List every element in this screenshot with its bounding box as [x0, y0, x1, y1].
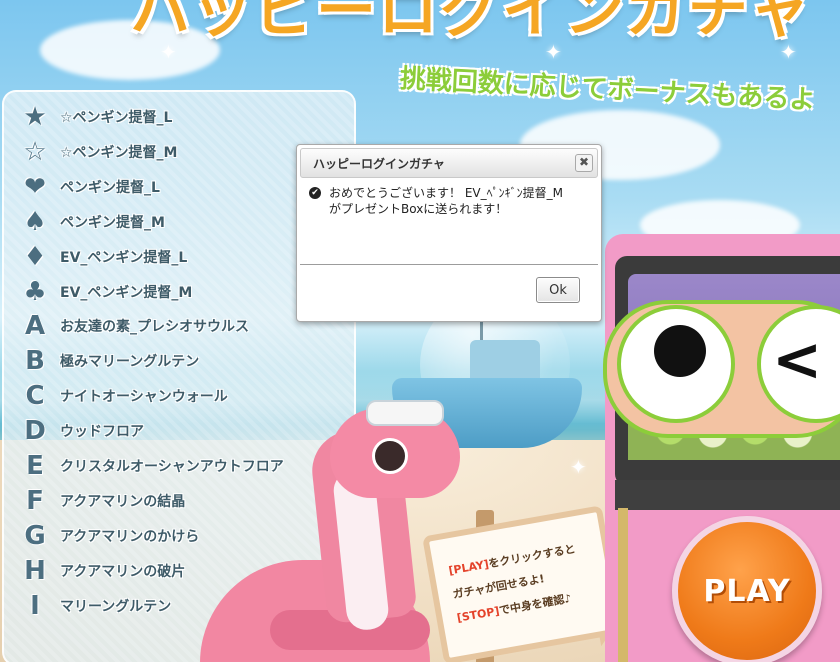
close-icon[interactable]: ✖	[575, 154, 593, 172]
prize-label: マリーングルテン	[60, 598, 172, 615]
prize-label: ペンギン提督_L	[60, 179, 160, 196]
prize-item: ♦ EV_ペンギン提督_L	[20, 240, 187, 274]
letter-e-icon: E	[26, 451, 44, 481]
mascot-wink-icon: <	[772, 325, 823, 395]
sign-play-keyword: [PLAY]	[447, 557, 490, 578]
club-icon: ♣	[23, 276, 47, 307]
prize-item: A お友達の素_プレシオサウルス	[20, 309, 249, 343]
play-button-label: PLAY	[703, 573, 791, 609]
dialog-title: ハッピーログインガチャ	[313, 157, 445, 171]
prize-label: クリスタルオーシャンアウトフロア	[60, 459, 284, 475]
prize-item: B 極みマリーングルテン	[20, 344, 199, 378]
prize-item: ❤ ペンギン提督_L	[20, 170, 160, 204]
letter-f-icon: F	[26, 485, 44, 516]
prize-label: 極みマリーングルテン	[60, 354, 200, 371]
prize-item: G アクアマリンのかけら	[20, 519, 199, 553]
ok-button[interactable]: Ok	[536, 277, 580, 303]
sign-stop-keyword: [STOP]	[455, 604, 501, 625]
prize-item: ♠ ペンギン提督_M	[20, 205, 165, 239]
prize-item: ☆ ☆ペンギン提督_M	[20, 135, 177, 169]
prize-label: EV_ペンギン提督_M	[60, 284, 193, 301]
prize-label: ナイトオーシャンウォール	[60, 389, 228, 406]
star-filled-icon: ★	[23, 102, 47, 132]
dialog-message: おめでとうございます！ EV_ﾍﾟﾝｷﾞﾝ提督_M がプレゼントBoxに送られま…	[329, 186, 563, 216]
prize-label: EV_ペンギン提督_L	[60, 249, 188, 266]
star-outline-icon: ☆	[23, 136, 47, 167]
gacha-machine-leg	[618, 508, 628, 662]
game-scene: ハッピーログインガチャ 挑戦回数に応じてボーナスもあるよ ✦ ✦ ✦ ✦ ★ ☆ペ…	[0, 0, 840, 662]
prize-label: アクアマリンの結晶	[60, 493, 186, 510]
letter-i-icon: I	[30, 590, 40, 621]
prize-label: ☆ペンギン提督_L	[60, 110, 173, 126]
sparkle-icon: ✦	[780, 40, 797, 64]
letter-a-icon: A	[24, 311, 46, 342]
letter-h-icon: H	[24, 555, 46, 586]
prize-item: F アクアマリンの結晶	[20, 484, 185, 518]
letter-d-icon: D	[24, 416, 46, 447]
sparkle-icon: ✦	[545, 40, 562, 64]
prize-item: E クリスタルオーシャンアウトフロア	[20, 449, 284, 483]
prize-item: H アクアマリンの破片	[20, 554, 185, 588]
prize-label: お友達の素_プレシオサウルス	[60, 319, 249, 336]
prize-item: ★ ☆ペンギン提督_L	[20, 100, 172, 134]
letter-c-icon: C	[25, 381, 45, 412]
game-title: ハッピーログインガチャ	[130, 0, 812, 46]
dialog-divider	[300, 264, 598, 265]
check-icon: ✔	[309, 187, 321, 199]
sparkle-icon: ✦	[160, 40, 177, 64]
spade-icon: ♠	[23, 206, 47, 237]
prize-label: ペンギン提督_M	[60, 214, 165, 231]
play-button[interactable]: PLAY	[672, 516, 822, 662]
prize-label: ☆ペンギン提督_M	[60, 144, 178, 161]
prize-label: アクアマリンの破片	[60, 563, 186, 580]
dinosaur-eye	[372, 438, 408, 474]
prize-label: アクアマリンのかけら	[60, 528, 200, 545]
prize-item: D ウッドフロア	[20, 414, 144, 448]
sparkle-icon: ✦	[570, 455, 587, 479]
mascot-left-pupil	[654, 325, 706, 377]
letter-g-icon: G	[24, 520, 46, 551]
result-dialog: ハッピーログインガチャ ✖ ✔ おめでとうございます！ EV_ﾍﾟﾝｷﾞﾝ提督_…	[296, 144, 602, 322]
prize-item: C ナイトオーシャンウォール	[20, 379, 228, 413]
dialog-titlebar[interactable]: ハッピーログインガチャ ✖	[300, 148, 598, 178]
prize-item: I マリーングルテン	[20, 589, 171, 623]
dinosaur-hat	[366, 400, 444, 426]
letter-b-icon: B	[25, 346, 45, 377]
gacha-machine-ledge	[615, 480, 840, 510]
heart-icon: ❤	[24, 171, 46, 202]
diamond-icon: ♦	[23, 241, 47, 272]
prize-item: ♣ EV_ペンギン提督_M	[20, 275, 192, 309]
game-subtitle: 挑戦回数に応じてボーナスもあるよ	[399, 64, 817, 116]
prize-label: ウッドフロア	[60, 424, 144, 441]
